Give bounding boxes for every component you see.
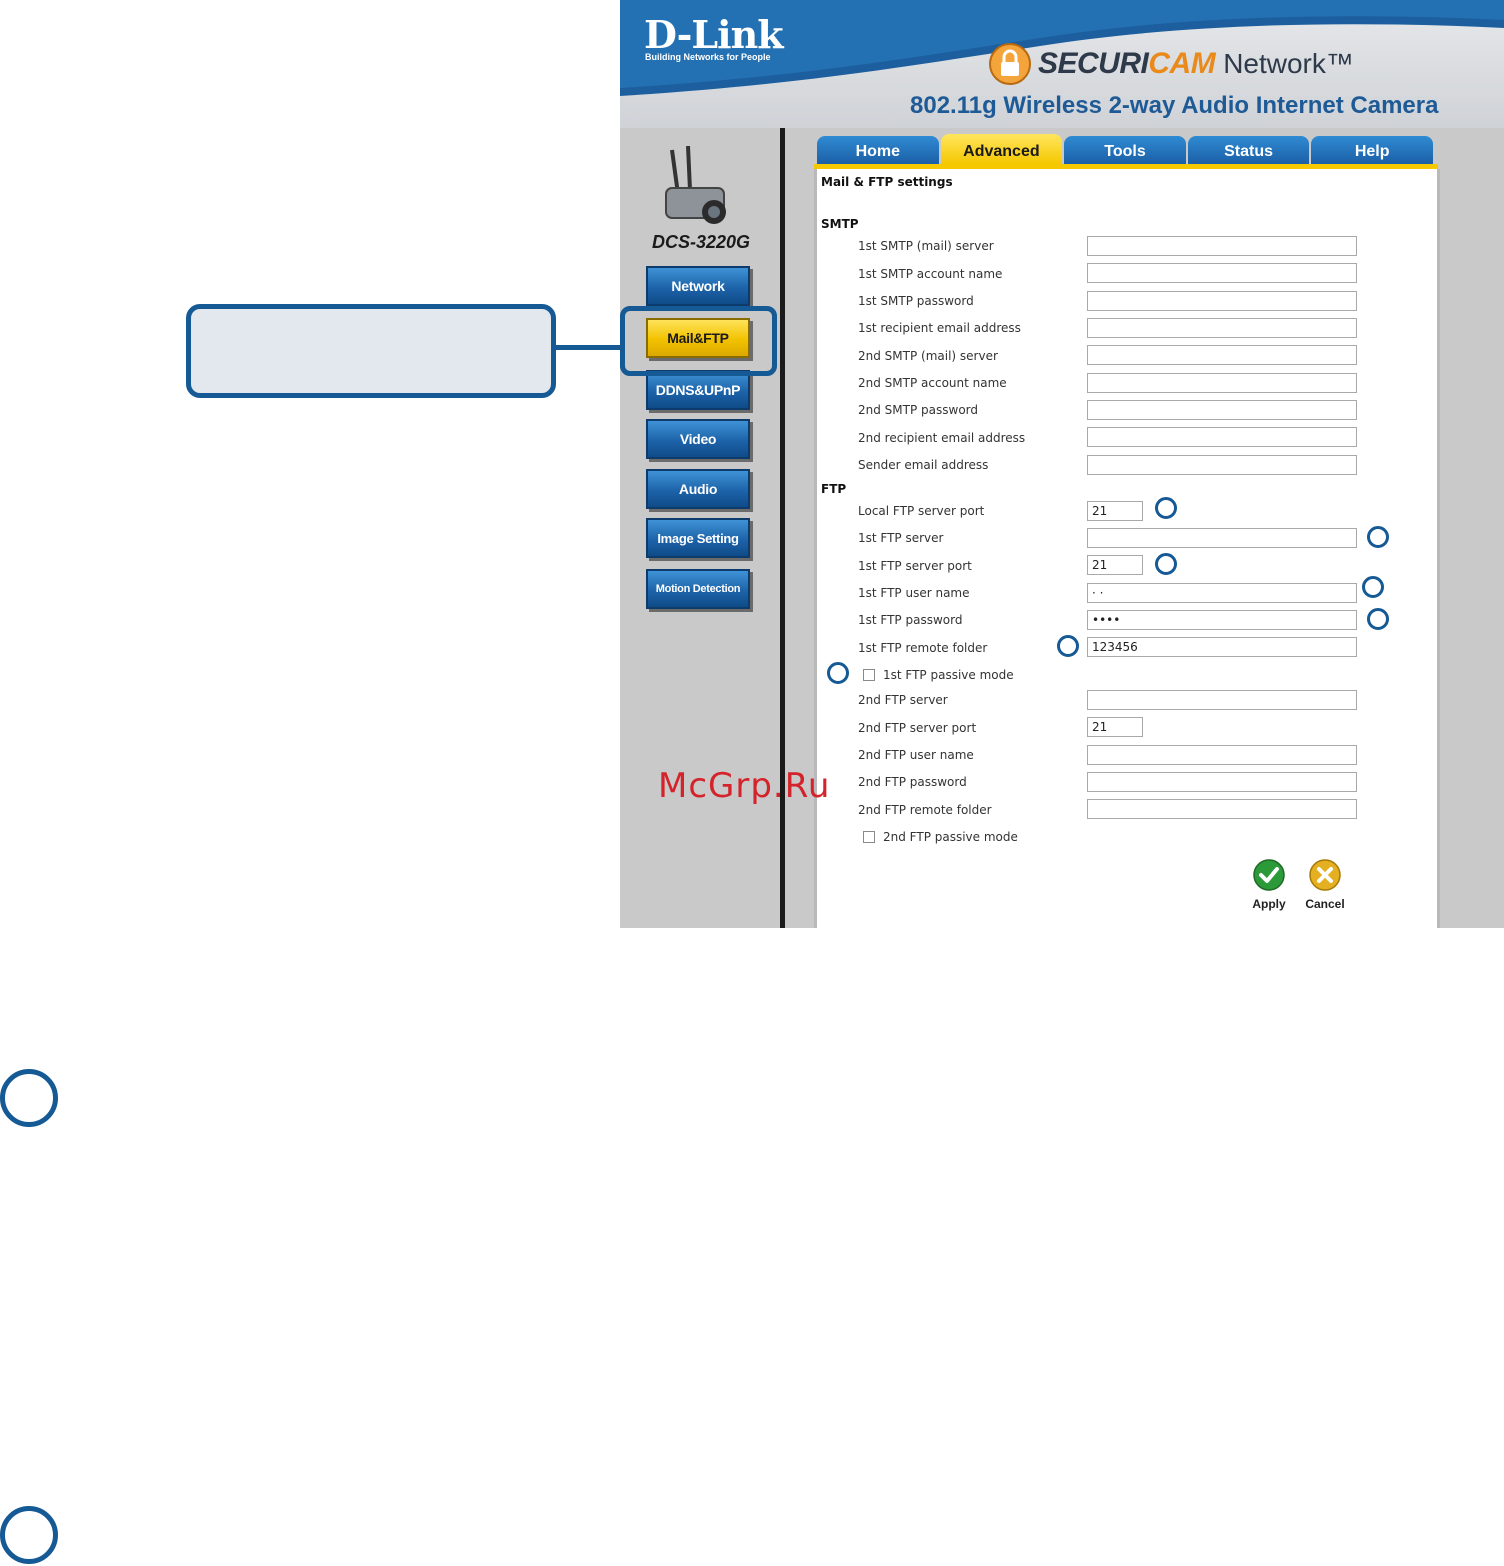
smtp1-account-label: 1st SMTP account name: [858, 267, 1003, 281]
ftp1-server-label: 1st FTP server: [858, 531, 944, 545]
ftp1-password-input[interactable]: ••••: [1087, 610, 1357, 630]
step-marker: [0, 1506, 58, 1564]
ftp1-user-label: 1st FTP user name: [858, 586, 970, 600]
ftp2-port-label: 2nd FTP server port: [858, 721, 977, 735]
recipient2-email-input[interactable]: [1087, 427, 1357, 447]
local-ftp-port-input[interactable]: 21: [1087, 501, 1143, 521]
watermark: McGrp.Ru: [658, 766, 831, 806]
recipient1-email-label: 1st recipient email address: [858, 321, 1021, 335]
callout-marker: [1155, 553, 1177, 575]
callout-connector: [555, 345, 623, 350]
ftp1-folder-input[interactable]: 123456: [1087, 637, 1357, 657]
callout-marker: [827, 662, 849, 684]
recipient1-email-input[interactable]: [1087, 318, 1357, 338]
camera-icon: [665, 146, 726, 224]
nav-highlight-callout: [620, 306, 777, 376]
check-icon: [1253, 859, 1285, 891]
ftp1-password-label: 1st FTP password: [858, 613, 963, 627]
ftp2-server-label: 2nd FTP server: [858, 693, 948, 707]
callout-marker: [1367, 608, 1389, 630]
ftp1-folder-label: 1st FTP remote folder: [858, 641, 988, 655]
callout-marker: [1155, 497, 1177, 519]
nav-divider: [780, 128, 785, 928]
ftp2-folder-input[interactable]: [1087, 799, 1357, 819]
smtp1-server-label: 1st SMTP (mail) server: [858, 239, 994, 253]
apply-label: Apply: [1252, 897, 1286, 911]
product-subtitle: 802.11g Wireless 2-way Audio Internet Ca…: [910, 92, 1439, 119]
tab-status[interactable]: Status: [1187, 136, 1310, 164]
tab-bar: Home Advanced Tools Status Help: [817, 134, 1435, 164]
ftp2-user-label: 2nd FTP user name: [858, 748, 974, 762]
sender-email-label: Sender email address: [858, 458, 989, 472]
tab-help[interactable]: Help: [1311, 136, 1433, 164]
callout-marker: [1057, 635, 1079, 657]
settings-panel: Mail & FTP settings SMTP 1st SMTP (mail)…: [814, 169, 1440, 928]
smtp1-password-label: 1st SMTP password: [858, 294, 974, 308]
securicam-logo: SECURICAM Network™: [988, 40, 1354, 88]
cancel-label: Cancel: [1305, 897, 1345, 911]
sidebar-item-video[interactable]: Video: [646, 419, 750, 459]
sidebar-item-image-setting[interactable]: Image Setting: [646, 518, 750, 558]
securicam-word-a: SECURI: [1038, 47, 1149, 80]
step-marker: [0, 1069, 58, 1127]
header: D-Link Building Networks for People SECU…: [620, 0, 1504, 128]
ftp2-port-input[interactable]: 21: [1087, 717, 1143, 737]
ftp2-folder-label: 2nd FTP remote folder: [858, 803, 992, 817]
sender-email-input[interactable]: [1087, 455, 1357, 475]
ftp1-server-input[interactable]: [1087, 528, 1357, 548]
ftp-section-label: FTP: [821, 482, 847, 496]
securicam-network: Network™: [1223, 48, 1354, 79]
cancel-icon: [1309, 859, 1341, 891]
recipient2-email-label: 2nd recipient email address: [858, 431, 1026, 445]
local-ftp-port-label: Local FTP server port: [858, 504, 985, 518]
sidebar-item-motion-detection[interactable]: Motion Detection: [646, 569, 750, 609]
callout-marker: [1362, 576, 1384, 598]
callout-marker: [1367, 526, 1389, 548]
ftp1-passive-checkbox[interactable]: [863, 669, 875, 681]
sidebar-item-ddns-upnp[interactable]: DDNS&UPnP: [646, 370, 750, 410]
smtp1-password-input[interactable]: [1087, 291, 1357, 311]
smtp2-account-label: 2nd SMTP account name: [858, 376, 1007, 390]
model-label: DCS-3220G: [652, 232, 751, 252]
ftp1-user-input[interactable]: · ·: [1087, 583, 1357, 603]
smtp2-password-label: 2nd SMTP password: [858, 403, 978, 417]
callout-box: [186, 304, 556, 398]
smtp1-account-input[interactable]: [1087, 263, 1357, 283]
panel-title: Mail & FTP settings: [821, 175, 953, 189]
smtp-section-label: SMTP: [821, 217, 859, 231]
lock-icon: [989, 43, 1031, 85]
smtp2-server-label: 2nd SMTP (mail) server: [858, 349, 998, 363]
smtp2-password-input[interactable]: [1087, 400, 1357, 420]
ftp2-user-input[interactable]: [1087, 745, 1357, 765]
tab-advanced[interactable]: Advanced: [940, 134, 1063, 164]
ftp1-port-label: 1st FTP server port: [858, 559, 972, 573]
tab-tools[interactable]: Tools: [1064, 136, 1186, 164]
tab-home[interactable]: Home: [817, 136, 939, 164]
ftp2-password-label: 2nd FTP password: [858, 775, 967, 789]
sidebar-item-audio[interactable]: Audio: [646, 469, 750, 509]
cancel-button[interactable]: Cancel: [1295, 859, 1355, 911]
ftp1-passive-label: 1st FTP passive mode: [883, 668, 1014, 682]
smtp2-server-input[interactable]: [1087, 345, 1357, 365]
ftp2-passive-checkbox[interactable]: [863, 831, 875, 843]
smtp1-server-input[interactable]: [1087, 236, 1357, 256]
smtp2-account-input[interactable]: [1087, 373, 1357, 393]
apply-button[interactable]: Apply: [1239, 859, 1299, 911]
securicam-wordmark: SECURICAM: [1038, 47, 1216, 81]
ftp2-server-input[interactable]: [1087, 690, 1357, 710]
securicam-word-b: CAM: [1148, 47, 1216, 80]
ftp1-port-input[interactable]: 21: [1087, 555, 1143, 575]
dlink-logo: D-Link: [644, 12, 784, 57]
dlink-tagline: Building Networks for People: [645, 52, 771, 62]
ftp2-passive-label: 2nd FTP passive mode: [883, 830, 1018, 844]
ftp2-password-input[interactable]: [1087, 772, 1357, 792]
sidebar-item-network[interactable]: Network: [646, 266, 750, 306]
